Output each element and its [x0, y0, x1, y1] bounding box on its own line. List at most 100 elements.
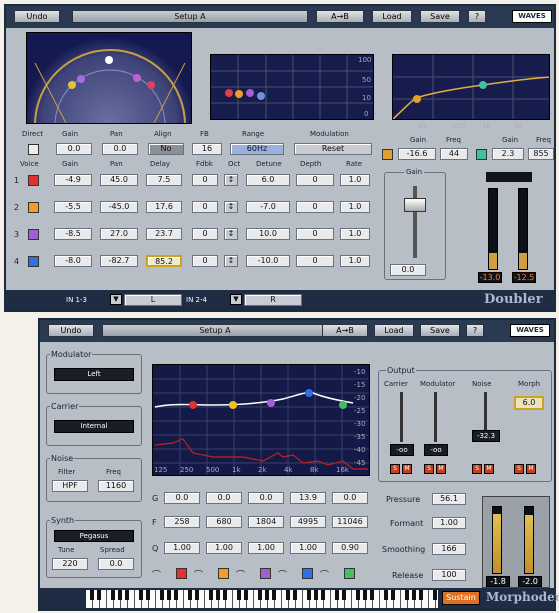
voice-oct-toggle[interactable]: ↕ [224, 255, 238, 267]
mute-button[interactable]: M [526, 464, 536, 474]
fb-field[interactable]: 16 [192, 143, 222, 155]
band-g-field[interactable]: 13.9 [290, 492, 326, 504]
voice-toggle[interactable] [28, 175, 39, 186]
help-button[interactable]: ? [466, 324, 484, 337]
noise-freq-field[interactable]: 1160 [98, 480, 134, 492]
morph-spectrum-display[interactable] [152, 364, 370, 476]
band-toggle[interactable] [176, 568, 187, 579]
voice-delay-field[interactable]: 7.5 [146, 174, 182, 186]
direct-toggle[interactable] [28, 144, 39, 155]
voice-depth-field[interactable]: 0 [296, 255, 334, 267]
voice-toggle[interactable] [28, 256, 39, 267]
preset-selector[interactable]: Setup A [72, 10, 308, 23]
voice-delay-field[interactable]: 85.2 [146, 255, 182, 267]
band-q-field[interactable]: 1.00 [248, 542, 284, 554]
voice-oct-toggle[interactable]: ↕ [224, 228, 238, 240]
carrier-dropdown[interactable]: Internal [54, 420, 134, 433]
band-f-field[interactable]: 4995 [290, 516, 326, 528]
in1-dropdown[interactable]: L [124, 294, 182, 306]
voice-fdbk-field[interactable]: 0 [192, 201, 218, 213]
band-q-field[interactable]: 1.00 [290, 542, 326, 554]
save-button[interactable]: Save [420, 324, 460, 337]
voice-detune-field[interactable]: -10.0 [246, 255, 290, 267]
sustain-button[interactable]: Sustain [442, 591, 480, 605]
voice-detune-field[interactable]: 6.0 [246, 174, 290, 186]
ab-button[interactable]: A→B [322, 324, 368, 337]
direct-pan-field[interactable]: 0.0 [102, 143, 138, 155]
voice-fdbk-field[interactable]: 0 [192, 228, 218, 240]
voice-gain-field[interactable]: -5.5 [54, 201, 92, 213]
noise-out-readout[interactable]: -32.3 [472, 430, 500, 442]
voice-oct-toggle[interactable]: ↕ [224, 201, 238, 213]
voice-pan-field[interactable]: -82.7 [100, 255, 138, 267]
formant-field[interactable]: 1.00 [432, 517, 466, 529]
preset-selector[interactable]: Setup A [102, 324, 328, 337]
synth-tune-field[interactable]: 220 [52, 558, 88, 570]
voice-detune-field[interactable]: -7.0 [246, 201, 290, 213]
synth-spread-field[interactable]: 0.0 [98, 558, 134, 570]
eq-display[interactable] [392, 54, 550, 120]
band-g-field[interactable]: 0.0 [248, 492, 284, 504]
eq2-gain-field[interactable]: 2.3 [492, 148, 524, 160]
delay-display[interactable] [210, 54, 374, 120]
voice-depth-field[interactable]: 0 [296, 228, 334, 240]
mute-button[interactable]: M [402, 464, 412, 474]
band-toggle[interactable] [344, 568, 355, 579]
solo-button[interactable]: S [390, 464, 400, 474]
band-g-field[interactable]: 0.0 [206, 492, 242, 504]
voice-oct-toggle[interactable]: ↕ [224, 174, 238, 186]
mute-button[interactable]: M [436, 464, 446, 474]
band-g-field[interactable]: 0.0 [332, 492, 368, 504]
band-f-field[interactable]: 1804 [248, 516, 284, 528]
voice-depth-field[interactable]: 0 [296, 174, 334, 186]
voice-gain-field[interactable]: -4.9 [54, 174, 92, 186]
direct-gain-field[interactable]: 0.0 [56, 143, 92, 155]
ab-button[interactable]: A→B [316, 10, 364, 23]
eq1-toggle[interactable] [382, 149, 393, 160]
voice-delay-field[interactable]: 17.6 [146, 201, 182, 213]
modulator-dropdown[interactable]: Left [54, 368, 134, 381]
voice-toggle[interactable] [28, 229, 39, 240]
band-toggle[interactable] [218, 568, 229, 579]
synth-preset-dropdown[interactable]: Pegasus [54, 530, 134, 542]
voice-pan-field[interactable]: -45.0 [100, 201, 138, 213]
modulator-out-readout[interactable]: -oo [424, 444, 448, 456]
voice-delay-field[interactable]: 23.7 [146, 228, 182, 240]
voice-gain-field[interactable]: -8.5 [54, 228, 92, 240]
voice-rate-field[interactable]: 1.0 [340, 255, 370, 267]
band-f-field[interactable]: 258 [164, 516, 200, 528]
help-button[interactable]: ? [468, 10, 486, 23]
voice-rate-field[interactable]: 1.0 [340, 174, 370, 186]
voice-rate-field[interactable]: 1.0 [340, 228, 370, 240]
voice-rate-field[interactable]: 1.0 [340, 201, 370, 213]
band-toggle[interactable] [302, 568, 313, 579]
undo-button[interactable]: Undo [14, 10, 60, 23]
in2-dropdown-arrow[interactable]: ▼ [230, 294, 242, 305]
voice-pan-field[interactable]: 27.0 [100, 228, 138, 240]
noise-filter-field[interactable]: HPF [52, 480, 88, 492]
in2-dropdown[interactable]: R [244, 294, 302, 306]
band-q-field[interactable]: 1.00 [164, 542, 200, 554]
release-field[interactable]: 100 [432, 569, 466, 581]
load-button[interactable]: Load [374, 324, 414, 337]
eq2-toggle[interactable] [476, 149, 487, 160]
modulation-reset-button[interactable]: Reset [294, 143, 372, 155]
smoothing-field[interactable]: 166 [432, 543, 466, 555]
voice-detune-field[interactable]: 10.0 [246, 228, 290, 240]
voice-fdbk-field[interactable]: 0 [192, 255, 218, 267]
band-f-field[interactable]: 11046 [332, 516, 368, 528]
voice-gain-field[interactable]: -8.0 [54, 255, 92, 267]
in1-dropdown-arrow[interactable]: ▼ [110, 294, 122, 305]
band-toggle[interactable] [260, 568, 271, 579]
band-f-field[interactable]: 680 [206, 516, 242, 528]
load-button[interactable]: Load [372, 10, 412, 23]
solo-button[interactable]: S [472, 464, 482, 474]
range-field[interactable]: 60Hz [230, 143, 284, 155]
solo-button[interactable]: S [514, 464, 524, 474]
save-button[interactable]: Save [420, 10, 460, 23]
solo-button[interactable]: S [424, 464, 434, 474]
pressure-field[interactable]: 56.1 [432, 493, 466, 505]
carrier-out-readout[interactable]: -oo [390, 444, 414, 456]
band-g-field[interactable]: 0.0 [164, 492, 200, 504]
eq2-freq-field[interactable]: 855 [528, 148, 554, 160]
